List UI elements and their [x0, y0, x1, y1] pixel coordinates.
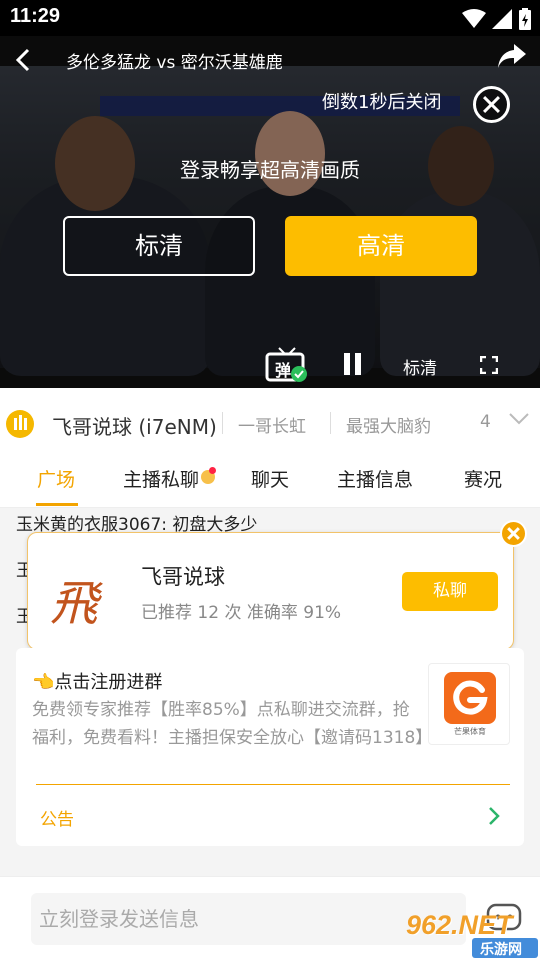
tab-bar: 广场 主播私聊 聊天 主播信息 赛况 [0, 448, 540, 508]
mango-logo-tile [444, 672, 496, 724]
chevron-right-icon[interactable] [486, 806, 502, 826]
mango-sports-logo[interactable]: 芒果体育 [428, 663, 510, 745]
video-overlay [0, 36, 540, 388]
high-quality-button[interactable]: 高清 [285, 216, 477, 276]
anchor-count: 4 [480, 412, 491, 432]
wifi-icon [462, 9, 486, 28]
message-input[interactable] [31, 893, 466, 945]
notice-title[interactable]: 👈点击注册进群 [32, 668, 162, 694]
fullscreen-icon[interactable] [480, 356, 498, 374]
danmu-label: 弹 [275, 361, 292, 380]
mango-logo-icon [453, 680, 488, 715]
watermark-brand: 962.NET [406, 910, 513, 940]
anchor-other-2[interactable]: 最强大脑豹 [346, 412, 431, 437]
battery-icon [519, 8, 531, 30]
video-title: 多伦多猛龙 vs 密尔沃基雄鹿 [66, 53, 283, 73]
close-icon[interactable] [473, 86, 510, 123]
active-tab-indicator [36, 503, 78, 506]
watermark-sub: 乐游网 [480, 942, 522, 958]
tab-game-status[interactable]: 赛况 [464, 465, 502, 492]
anchor-popup-card: 飛 飞哥说球 已推荐 12 次 准确率 91% 私聊 [27, 532, 514, 650]
divider [222, 412, 223, 434]
status-time: 11:29 [10, 5, 61, 27]
anchor-row: 飞哥说球 (i7eNM) 一哥长虹 最强大脑豹 4 [0, 388, 540, 448]
notice-card: 👈点击注册进群 免费领专家推荐【胜率85%】点私聊进交流群，抢福利，免费看料！主… [16, 648, 524, 846]
tab-square[interactable]: 广场 [37, 465, 75, 492]
popup-anchor-stats: 已推荐 12 次 准确率 91% [141, 603, 342, 623]
popup-anchor-name: 飞哥说球 [141, 565, 225, 589]
video-player[interactable]: 多伦多猛龙 vs 密尔沃基雄鹿 倒数1秒后关闭 登录畅享超高清画质 标清 高清 … [0, 36, 540, 388]
tab-chat[interactable]: 聊天 [251, 465, 289, 492]
notice-divider [36, 784, 510, 785]
login-hint: 登录畅享超高清画质 [180, 158, 360, 182]
tab-anchor-info[interactable]: 主播信息 [337, 465, 413, 492]
signal-icon [492, 9, 512, 29]
status-bar: 11:29 [0, 0, 540, 36]
countdown-text: 倒数1秒后关闭 [322, 92, 442, 113]
anchor-logo: 飛 [46, 558, 110, 632]
announcement-label[interactable]: 公告 [40, 805, 74, 830]
share-icon[interactable] [496, 42, 528, 70]
private-chat-button[interactable]: 私聊 [402, 572, 498, 611]
popup-close-icon[interactable] [500, 520, 527, 547]
chevron-down-icon[interactable] [508, 412, 530, 426]
notification-dot-icon [201, 467, 217, 484]
site-watermark-logo: 962.NET 乐游网 [402, 910, 540, 960]
anchor-badge-icon [6, 410, 34, 438]
video-top-bar: 多伦多猛龙 vs 密尔沃基雄鹿 [0, 36, 540, 84]
danmu-icon[interactable]: 弹 [265, 346, 309, 382]
notice-body: 免费领专家推荐【胜率85%】点私聊进交流群，抢福利，免费看料！主播担保安全放心【… [32, 700, 433, 748]
standard-quality-button[interactable]: 标清 [63, 216, 255, 276]
mango-logo-caption: 芒果体育 [454, 727, 486, 736]
anchor-other-1[interactable]: 一哥长虹 [238, 412, 306, 437]
tab-anchor-chat[interactable]: 主播私聊 [123, 465, 217, 492]
quality-switch[interactable]: 标清 [403, 354, 437, 379]
divider [330, 412, 331, 434]
back-icon[interactable] [10, 46, 38, 74]
tab-anchor-chat-label: 主播私聊 [123, 469, 200, 491]
pause-icon[interactable] [342, 353, 364, 375]
anchor-logo-char: 飛 [50, 576, 99, 632]
anchor-name[interactable]: 飞哥说球 (i7eNM) [52, 411, 217, 440]
